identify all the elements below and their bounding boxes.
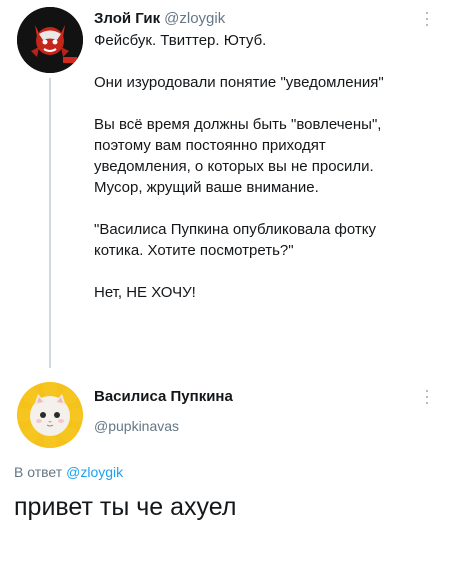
tweet-header: Злой Гик @zloygik [94,10,225,28]
tweet-paragraph: Вы всё время должны быть "вовлечены", по… [94,116,382,196]
thread-connector-line [49,78,51,368]
tweet-paragraph: "Василиса Пупкина опубликовала фотку кот… [94,221,376,259]
tweet-text: Фейсбук. Твиттер. Ютуб. Они изуродовали … [94,30,466,303]
more-options-icon[interactable] [424,388,430,408]
tweet-main: Злой Гик @zloygik Фейсбук. Твиттер. Ютуб.… [0,0,474,370]
more-options-icon[interactable] [424,10,430,30]
tweet-paragraph: Они изуродовали понятие "уведомления" [94,74,384,91]
author-avatar[interactable] [17,7,83,73]
replying-to-line: В ответ @zloygik [14,463,123,481]
tweet-paragraph: Фейсбук. Твиттер. Ютуб. [94,32,267,49]
reply-tweet-text: привет ты че ахуел [14,493,237,521]
tweet-paragraph: Нет, НЕ ХОЧУ! [94,284,196,301]
replying-to-label: В ответ [14,464,63,480]
reply-author-avatar[interactable] [17,382,83,448]
replying-to-mention-link[interactable]: @zloygik [66,464,123,480]
cat-in-sunflower-icon [17,382,83,448]
reply-author-handle[interactable]: @pupkinavas [94,417,179,435]
red-devil-logo-icon [17,7,83,73]
author-handle[interactable]: @zloygik [164,10,225,27]
reply-author-name[interactable]: Василиса Пупкина [94,388,233,406]
author-name[interactable]: Злой Гик [94,10,160,27]
